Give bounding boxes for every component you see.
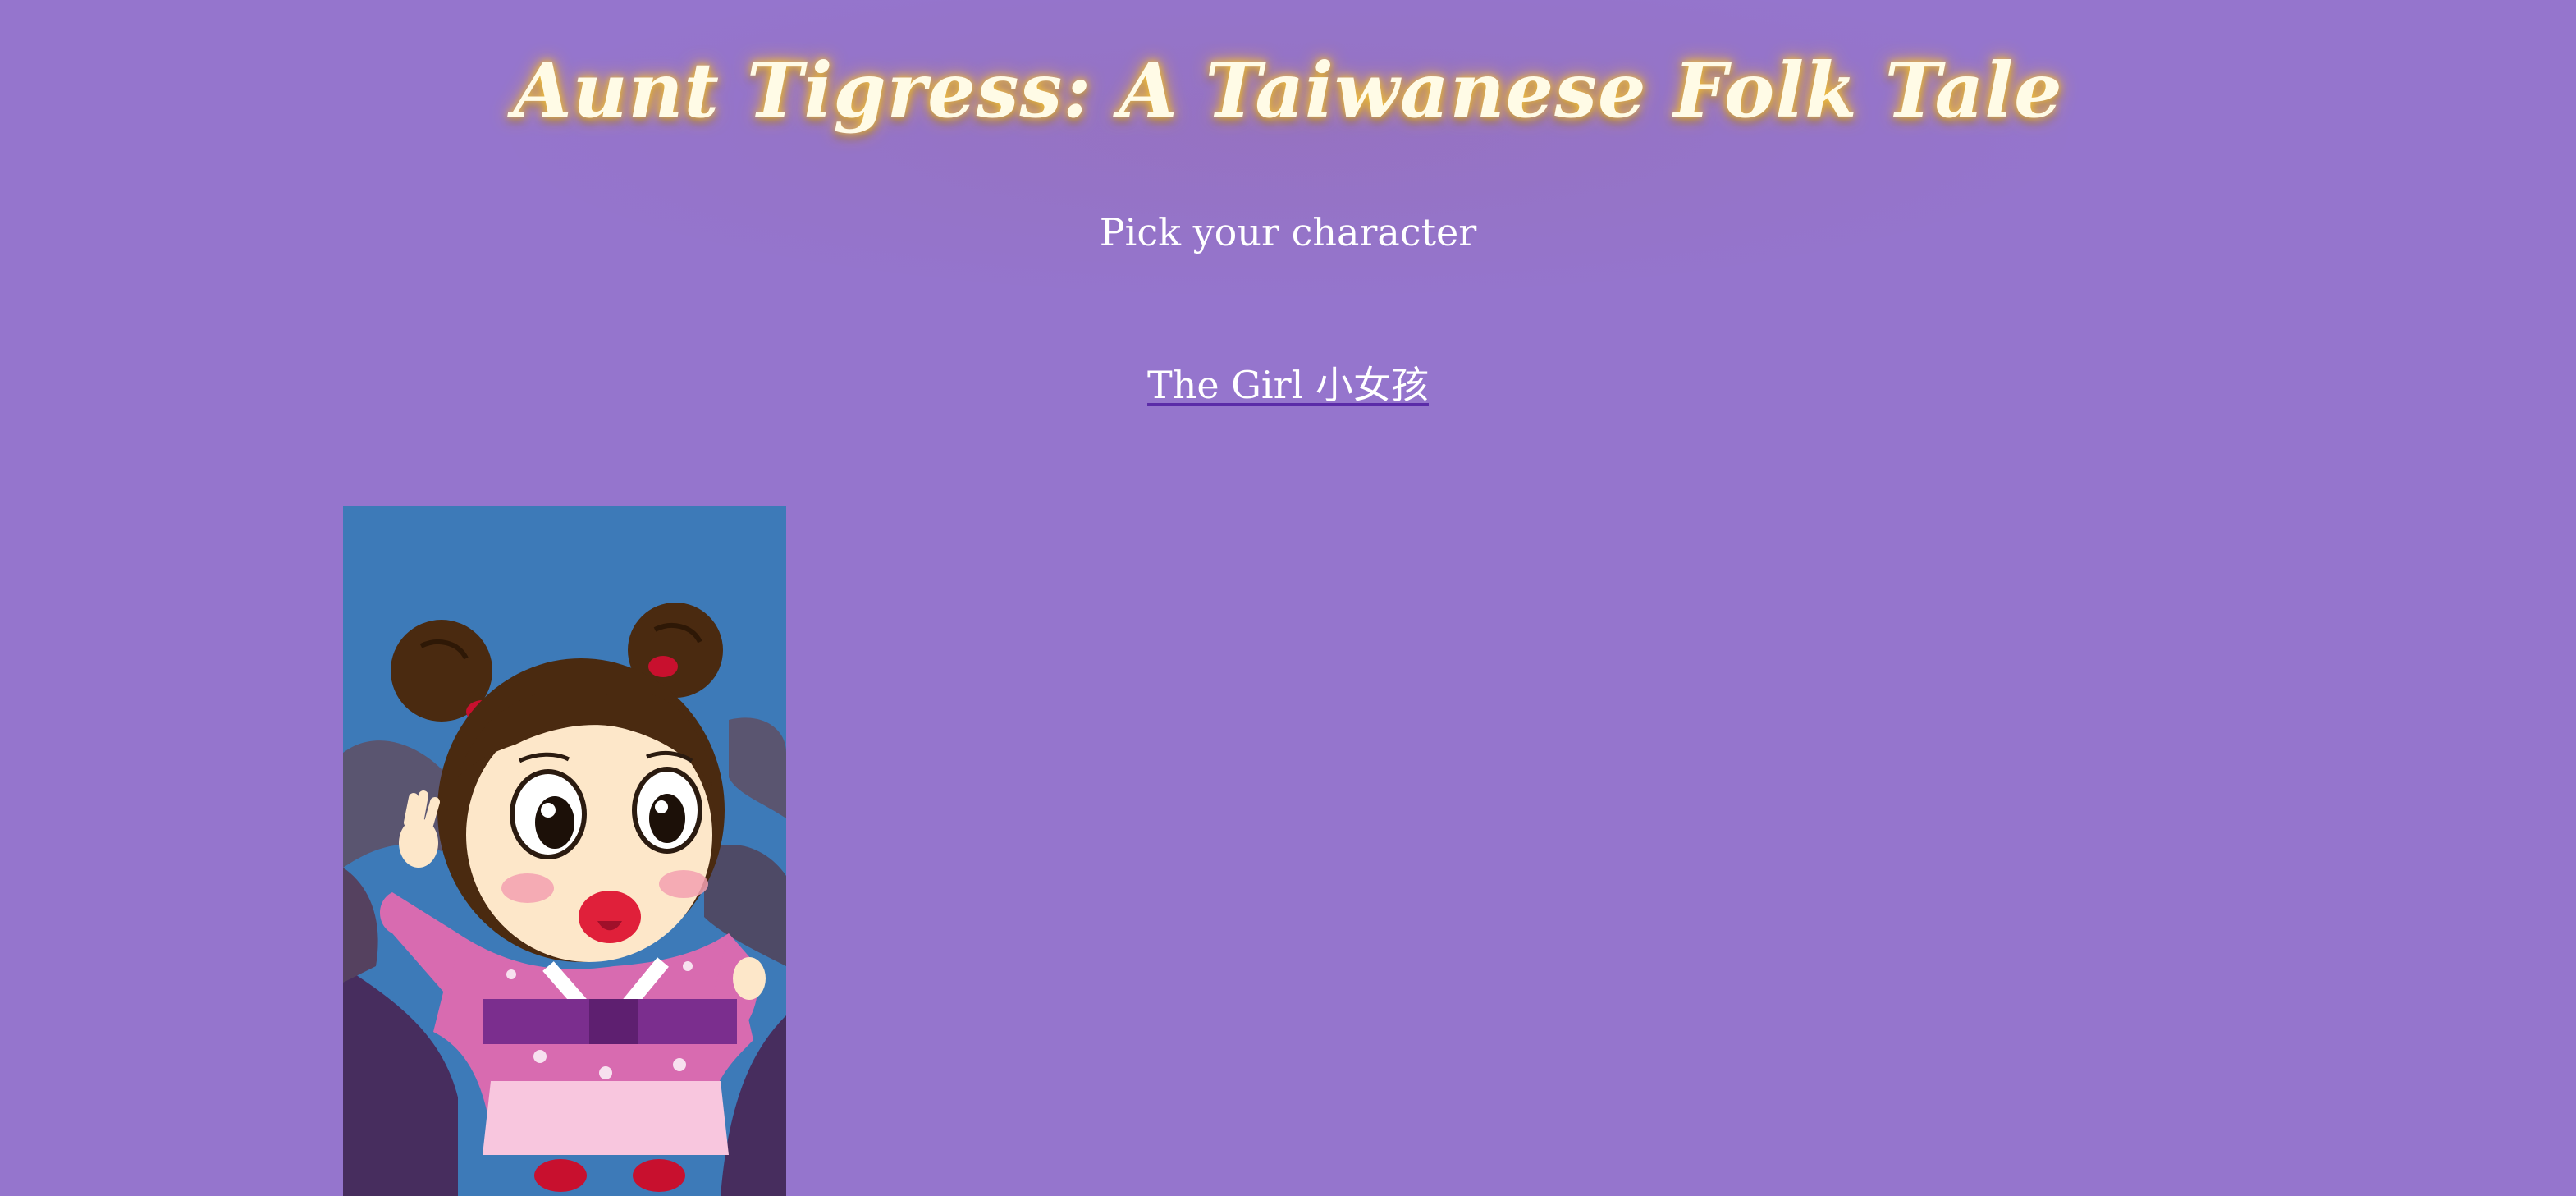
page-subtitle: Pick your character	[1099, 210, 1477, 254]
girl-character-link[interactable]: The Girl 小女孩	[1147, 363, 1429, 407]
girl-character-illustration-icon	[343, 506, 786, 1196]
girl-character-image	[343, 506, 786, 1196]
page-title: Aunt Tigress: A Taiwanese Folk Tale	[513, 46, 2063, 135]
character-choice-girl: The Girl 小女孩	[0, 356, 2576, 414]
page: Aunt Tigress: A Taiwanese Folk Tale Pick…	[0, 0, 2576, 1196]
